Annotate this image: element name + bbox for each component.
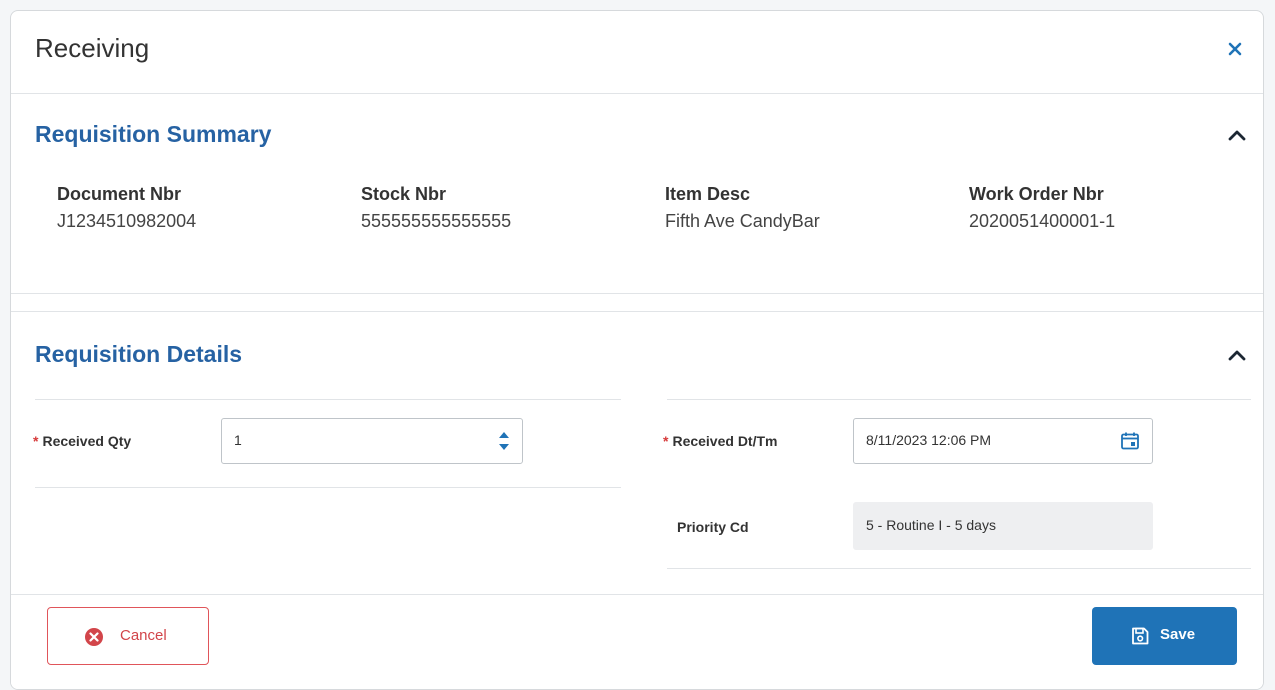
details-section-title: Requisition Details [35,341,243,367]
receiving-dialog: Receiving Requisition Summary Document N… [10,10,1264,690]
section-divider [11,311,1263,312]
cancel-button-label: Cancel [120,627,167,644]
summary-label: Item Desc [665,184,751,204]
summary-label: Stock Nbr [361,184,447,204]
summary-work-order-nbr: Work Order Nbr 2020051400001-1 [969,184,1115,232]
summary-label: Document Nbr [57,184,182,204]
received-qty-label-text: Received Qty [42,433,132,449]
dialog-footer: Cancel Save [11,594,1263,689]
dialog-title: Receiving [35,33,150,63]
stepper-arrows-icon[interactable] [498,429,510,453]
summary-document-nbr: Document Nbr J1234510982004 [57,184,196,232]
summary-value: 2020051400001-1 [969,211,1116,231]
field-divider [35,399,621,400]
priority-cd-value: 5 - Routine I - 5 days [866,517,996,533]
required-marker: * [33,433,39,449]
summary-section-title: Requisition Summary [35,121,272,147]
field-divider [667,399,1251,400]
section-divider [11,293,1263,294]
required-marker: * [663,433,669,449]
received-qty-value: 1 [234,432,242,448]
field-divider [35,487,621,488]
summary-item-desc: Item Desc Fifth Ave CandyBar [665,184,820,232]
close-icon[interactable] [1223,37,1247,61]
save-button-label: Save [1160,626,1196,643]
dialog-header: Receiving [11,11,1263,94]
received-qty-label: * Received Qty [33,433,131,449]
chevron-up-icon[interactable] [1225,123,1249,147]
calendar-icon[interactable] [1120,431,1140,451]
summary-value: J1234510982004 [57,211,197,231]
save-icon [1130,626,1150,646]
summary-value: Fifth Ave CandyBar [665,211,820,231]
summary-stock-nbr: Stock Nbr 555555555555555 [361,184,511,232]
received-dttm-label-text: Received Dt/Tm [672,433,778,449]
cancel-circle-icon [84,627,104,647]
chevron-up-icon[interactable] [1225,343,1249,367]
field-divider [667,568,1251,569]
summary-value: 555555555555555 [361,211,512,231]
summary-label: Work Order Nbr [969,184,1104,204]
cancel-button[interactable]: Cancel [47,607,209,665]
received-qty-stepper[interactable]: 1 [221,418,523,464]
received-dttm-label: * Received Dt/Tm [663,433,778,449]
received-dttm-input[interactable]: 8/11/2023 12:06 PM [853,418,1153,464]
received-dttm-value: 8/11/2023 12:06 PM [866,432,992,448]
priority-cd-field: 5 - Routine I - 5 days [853,502,1153,550]
priority-cd-label: Priority Cd [677,519,749,535]
save-button[interactable]: Save [1092,607,1237,665]
